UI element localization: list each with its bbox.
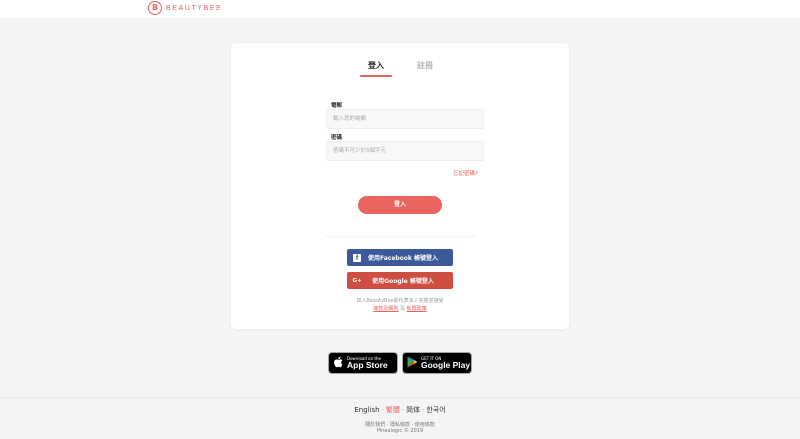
tab-login[interactable]: 登入: [359, 60, 393, 71]
login-card: 登入 註冊 電郵 密碼 忘記密碼? 登入 f 使用Facebook 帳號登入 G…: [231, 43, 569, 329]
privacy-link[interactable]: 私隱政策: [407, 306, 427, 312]
terms-and-text: 及: [399, 306, 405, 312]
logo-mark-icon: B: [148, 1, 162, 15]
brand-logo[interactable]: B BEAUTYBEE: [148, 1, 222, 15]
facebook-login-button[interactable]: f 使用Facebook 帳號登入: [347, 249, 453, 266]
language-simplified-chinese[interactable]: 简体: [406, 406, 420, 414]
email-label: 電郵: [331, 103, 343, 109]
password-label: 密碼: [331, 135, 343, 141]
login-button[interactable]: 登入: [358, 196, 442, 214]
language-english[interactable]: English: [354, 406, 379, 414]
google-login-button[interactable]: G+ 使用Google 帳號登入: [347, 272, 453, 289]
logo-text: BEAUTYBEE: [166, 4, 223, 12]
app-store-label: App Store: [347, 359, 388, 370]
copyright: Pinealogic © 2019: [376, 428, 424, 434]
divider: [326, 236, 476, 237]
google-play-icon: [403, 356, 421, 371]
facebook-icon: f: [353, 253, 361, 262]
tab-register[interactable]: 註冊: [408, 60, 442, 71]
facebook-login-label: 使用Facebook 帳號登入: [367, 255, 439, 262]
google-play-button[interactable]: GET IT ON Google Play: [402, 352, 472, 374]
forgot-password-link[interactable]: 忘記密碼?: [453, 169, 478, 177]
terms-text: 如入BeautyBee即代表本人完整並接受: [356, 298, 444, 304]
google-plus-icon: G+: [352, 277, 362, 284]
language-switcher: English · 繁體 · 简体 · 한국어: [0, 405, 800, 415]
terms-link[interactable]: 條款及細則: [373, 306, 398, 312]
footer-links: 關於我們 · 隱私條款 · 使用條款: [365, 422, 435, 428]
password-field[interactable]: [326, 141, 484, 161]
auth-tabs: 登入 註冊: [231, 60, 569, 80]
language-separator: ·: [401, 406, 405, 414]
google-login-label: 使用Google 帳號登入: [372, 278, 434, 285]
language-separator: ·: [381, 406, 384, 414]
active-tab-indicator: [360, 75, 392, 77]
top-bar: B BEAUTYBEE: [0, 0, 800, 18]
terms-notice: 如入BeautyBee即代表本人完整並接受 條款及細則 及 私隱政策: [231, 297, 569, 313]
language-traditional-chinese[interactable]: 繁體: [386, 406, 400, 414]
google-play-label: Google Play: [421, 359, 471, 370]
email-field[interactable]: [326, 109, 484, 129]
language-separator: ·: [422, 406, 425, 414]
apple-icon: [329, 356, 347, 371]
language-korean[interactable]: 한국어: [426, 406, 445, 414]
app-store-button[interactable]: Download on the App Store: [328, 352, 398, 374]
footer-divider: [0, 397, 800, 398]
